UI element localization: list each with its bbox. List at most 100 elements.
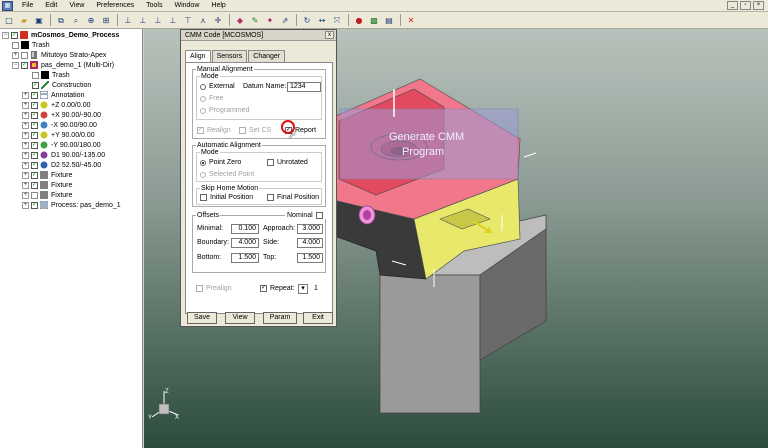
menu-window[interactable]: Window <box>168 0 205 12</box>
path-icon[interactable]: ⇗ <box>279 14 291 26</box>
fixture-icon[interactable]: ◆ <box>234 14 246 26</box>
view-button[interactable]: View <box>225 312 255 324</box>
checkbox[interactable]: ✓ <box>31 171 38 179</box>
fit-all-icon[interactable]: ⤧ <box>331 14 343 26</box>
menu-preferences[interactable]: Preferences <box>90 0 140 12</box>
free-radio[interactable]: Free <box>200 95 223 102</box>
checkbox[interactable]: ✓ <box>31 141 38 149</box>
checkbox[interactable]: ✓ <box>21 61 28 69</box>
delete-icon[interactable]: ✕ <box>405 14 417 26</box>
view-top-icon[interactable]: ⊤ <box>182 14 194 26</box>
point-zero-radio[interactable]: Point Zero <box>200 159 241 166</box>
close-icon[interactable]: x <box>325 31 334 39</box>
tree-item[interactable]: + Fixture <box>22 190 72 200</box>
app-icon[interactable]: ▦ <box>2 0 13 11</box>
datum-name-input[interactable]: 1234 <box>287 82 321 92</box>
checkbox[interactable]: ✓ <box>31 131 38 139</box>
rotate-icon[interactable]: ↻ <box>301 14 313 26</box>
collapse-icon[interactable]: − <box>12 61 19 69</box>
new-file-icon[interactable]: □ <box>3 14 15 26</box>
checkbox[interactable]: ✓ <box>31 161 38 169</box>
tab-changer[interactable]: Changer <box>248 50 286 62</box>
save-disk-icon[interactable]: ▣ <box>33 14 45 26</box>
tree-item[interactable]: − ✓ mCosmos_Demo_Process <box>2 30 119 40</box>
prealign-checkbox[interactable]: Prealign <box>196 285 232 292</box>
checkbox[interactable] <box>21 51 28 59</box>
bottom-input[interactable]: 1.500 <box>231 253 259 263</box>
render-icon[interactable]: ▩ <box>368 14 380 26</box>
checkbox[interactable]: ✓ <box>31 121 38 129</box>
tree-item[interactable]: Trash <box>12 40 50 50</box>
external-radio[interactable]: External <box>200 83 235 90</box>
tree-item[interactable]: − ✓ pas_demo_1 (Multi-Dir) <box>12 60 114 70</box>
tab-sensors[interactable]: Sensors <box>211 50 248 62</box>
tree-item[interactable]: Trash <box>32 70 70 80</box>
expand-icon[interactable]: + <box>22 121 29 129</box>
tree-item[interactable]: + ✓ Annotation <box>22 90 84 100</box>
zoom-fit-icon[interactable]: ⊞ <box>100 14 112 26</box>
view-left-icon[interactable]: ⊥ <box>152 14 164 26</box>
expand-icon[interactable]: + <box>22 171 29 179</box>
view-iso-icon[interactable]: ⋏ <box>197 14 209 26</box>
expand-icon[interactable]: + <box>22 161 29 169</box>
initial-position-checkbox[interactable]: Initial Position <box>200 194 253 201</box>
expand-icon[interactable]: + <box>22 101 29 109</box>
expand-icon[interactable]: + <box>22 141 29 149</box>
close-icon[interactable]: × <box>753 1 764 10</box>
tree-item[interactable]: + ✓ +Z 0.00/0.00 <box>22 100 91 110</box>
save-button[interactable]: Save <box>187 312 217 324</box>
open-folder-icon[interactable]: ▰ <box>18 14 30 26</box>
expand-icon[interactable]: + <box>12 51 19 59</box>
expand-icon[interactable]: + <box>22 91 29 99</box>
realign-checkbox[interactable]: ✓ Realign <box>197 127 231 134</box>
tree-item[interactable]: ✓ Construction <box>32 80 91 90</box>
menu-file[interactable]: File <box>16 0 39 12</box>
param-button[interactable]: Param <box>263 312 297 324</box>
tree-item[interactable]: + ✓ Fixture <box>22 170 72 180</box>
tree-item[interactable]: + ✓ +X 90.00/-90.00 <box>22 110 101 120</box>
view-back-icon[interactable]: ⊥ <box>137 14 149 26</box>
checkbox[interactable] <box>32 71 39 79</box>
minimal-input[interactable]: 0.100 <box>231 224 259 234</box>
boundary-input[interactable]: 4.000 <box>231 238 259 248</box>
zoom-window-icon[interactable]: ⧉ <box>55 14 67 26</box>
side-input[interactable]: 4.000 <box>297 238 323 248</box>
programmed-radio[interactable]: Programmed <box>200 107 249 114</box>
unrotated-checkbox[interactable]: Unrotated <box>267 159 308 166</box>
sensor-icon[interactable]: ✦ <box>264 14 276 26</box>
view-front-icon[interactable]: ⊥ <box>122 14 134 26</box>
expand-icon[interactable]: + <box>22 131 29 139</box>
tree-item[interactable]: + ✓ -X 90.00/90.00 <box>22 120 97 130</box>
checkbox[interactable]: ✓ <box>31 101 38 109</box>
zoom-icon[interactable]: ⌕ <box>70 14 82 26</box>
repeat-dropdown-icon[interactable]: ▾ <box>298 284 308 294</box>
checkbox[interactable]: ✓ <box>31 201 38 209</box>
checkbox[interactable]: ✓ <box>32 81 39 89</box>
layers-icon[interactable]: ▤ <box>383 14 395 26</box>
menu-help[interactable]: Help <box>205 0 231 12</box>
nominal-checkbox[interactable]: Nominal <box>285 212 326 219</box>
checkbox[interactable] <box>12 41 19 49</box>
restore-icon[interactable]: ▫ <box>740 1 751 10</box>
expand-icon[interactable]: + <box>22 111 29 119</box>
menu-edit[interactable]: Edit <box>39 0 63 12</box>
set-cs-checkbox[interactable]: Set CS <box>239 127 271 134</box>
menu-view[interactable]: View <box>63 0 90 12</box>
tree-item[interactable]: + ✓ +Y 90.00/0.00 <box>22 130 95 140</box>
collapse-icon[interactable]: − <box>2 31 9 39</box>
tree-item[interactable]: + ✓ Fixture <box>22 180 72 190</box>
repeat-checkbox[interactable]: ✓ Repeat: <box>260 285 295 292</box>
checkbox[interactable]: ✓ <box>31 111 38 119</box>
move-icon[interactable]: ✛ <box>212 14 224 26</box>
top-input[interactable]: 1.500 <box>297 253 323 263</box>
expand-icon[interactable]: + <box>22 151 29 159</box>
tree-item[interactable]: + ✓ Process: pas_demo_1 <box>22 200 121 210</box>
checkbox[interactable]: ✓ <box>31 91 38 99</box>
menu-tools[interactable]: Tools <box>140 0 168 12</box>
probe-icon[interactable]: ✎ <box>249 14 261 26</box>
shade-icon[interactable]: ● <box>353 14 365 26</box>
expand-icon[interactable]: + <box>22 181 29 189</box>
final-position-checkbox[interactable]: Final Position <box>267 194 319 201</box>
checkbox[interactable] <box>31 191 38 199</box>
pan-icon[interactable]: ↔ <box>316 14 328 26</box>
